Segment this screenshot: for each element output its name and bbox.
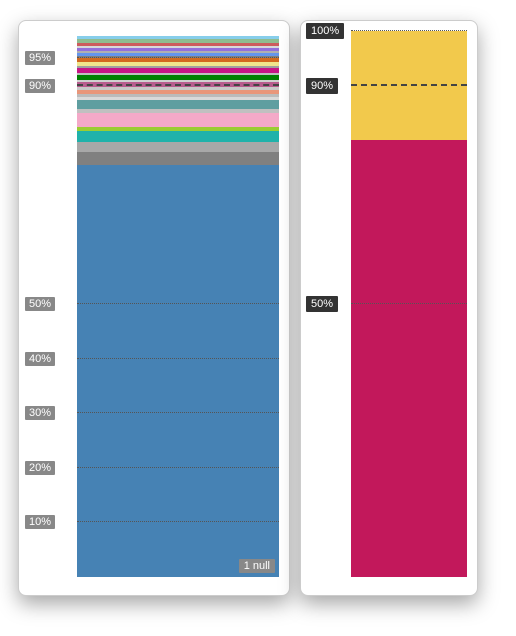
bar-segment [77, 165, 279, 577]
stacked-bar-chart-left: 10%20%30%40%50%90%95% 1 null [18, 20, 290, 596]
reference-label: 10% [25, 515, 55, 529]
bar-segment [77, 152, 279, 165]
reference-label: 90% [306, 78, 338, 94]
bar-segment [77, 131, 279, 142]
bar-stack [77, 31, 279, 577]
reference-label: 90% [25, 79, 55, 93]
reference-label: 50% [306, 296, 338, 312]
reference-label: 20% [25, 461, 55, 475]
bar-stack [351, 31, 467, 577]
chart-area: 10%20%30%40%50%90%95% [77, 31, 279, 577]
bar-segment [77, 142, 279, 152]
bar-segment [351, 140, 467, 577]
reference-label: 100% [306, 23, 344, 39]
stacked-bar-chart-right: 50% 90% 100% [300, 20, 478, 596]
chart-area: 50%90%100% [351, 31, 467, 577]
bar-segment [77, 113, 279, 127]
reference-label: 30% [25, 406, 55, 420]
reference-label: 50% [25, 297, 55, 311]
null-count-tag: 1 null [239, 559, 275, 573]
reference-label: 40% [25, 352, 55, 366]
bar-segment [351, 31, 467, 140]
bar-segment [77, 100, 279, 109]
reference-label: 95% [25, 51, 55, 65]
